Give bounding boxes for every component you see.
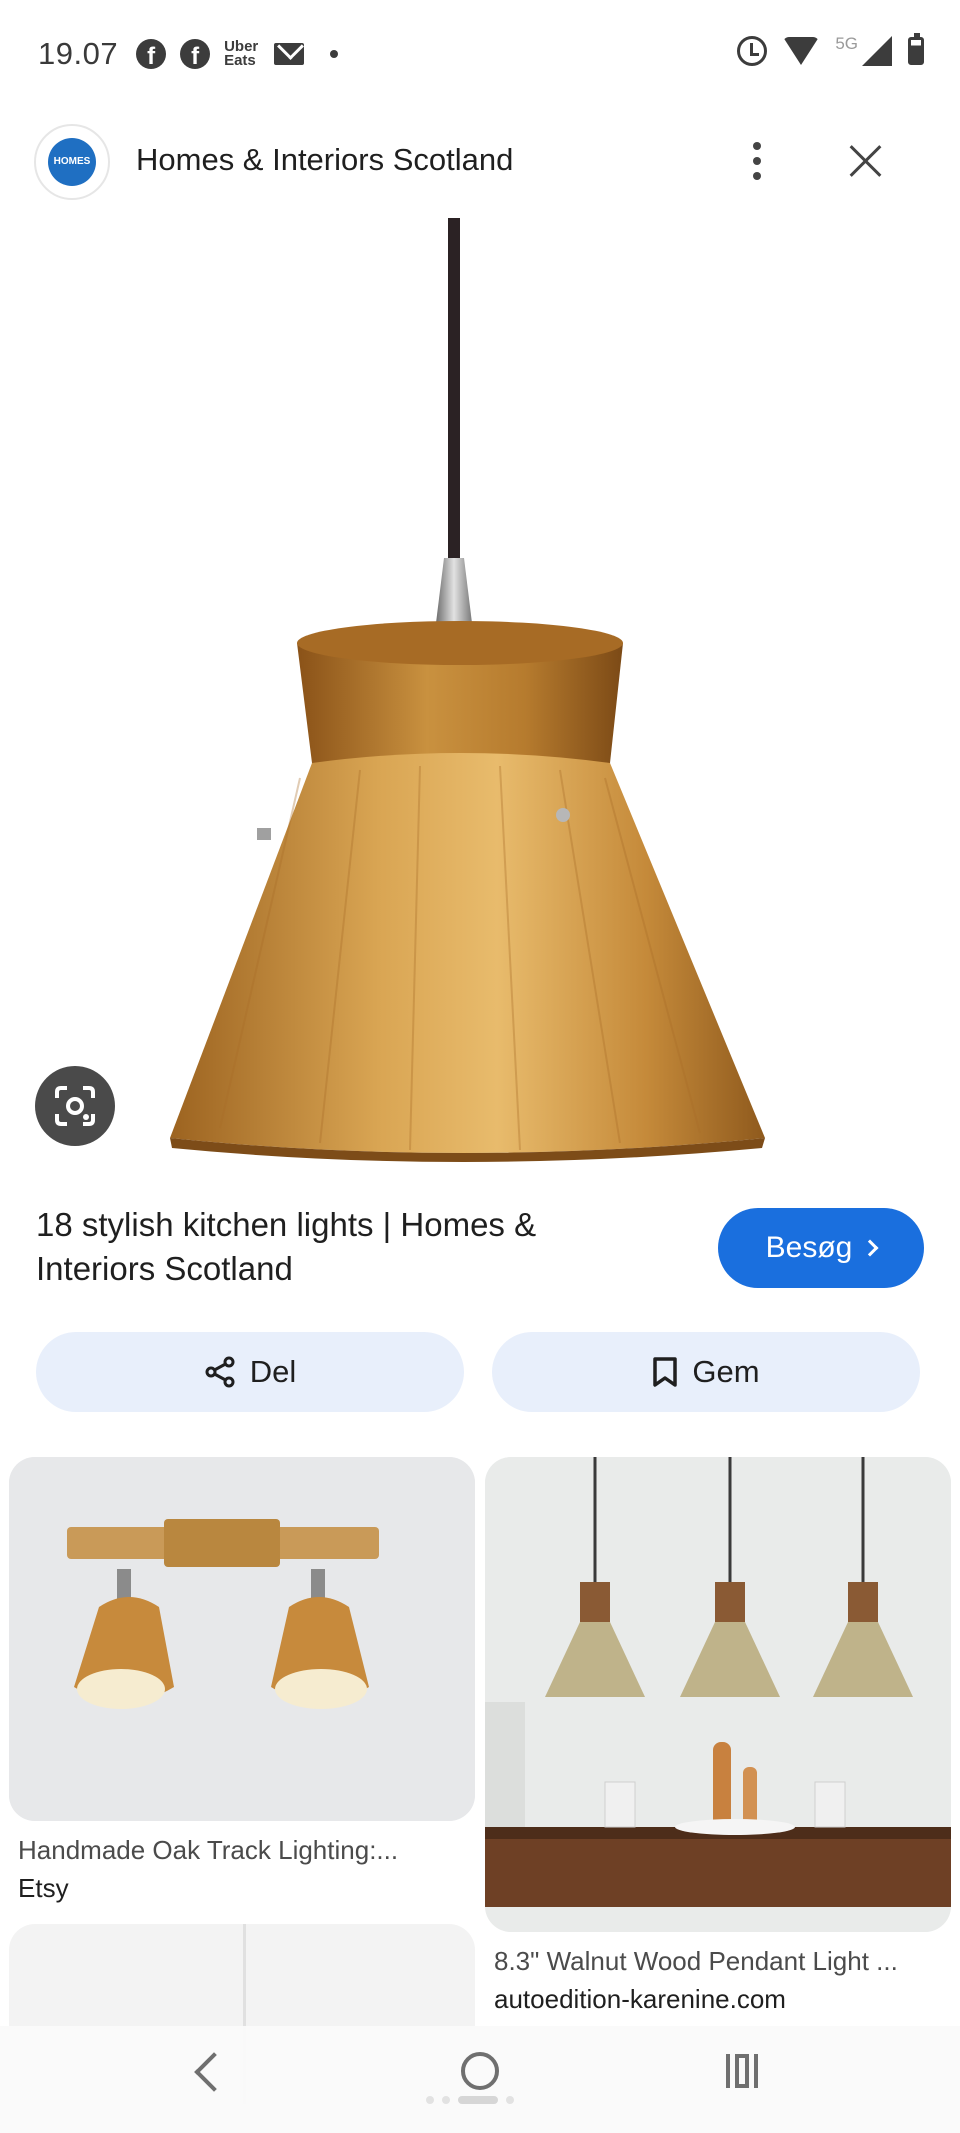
mail-icon <box>274 43 305 65</box>
recents-icon[interactable] <box>726 2054 766 2088</box>
related-image-track-lighting[interactable] <box>9 1457 475 1821</box>
share-icon <box>205 1356 235 1388</box>
site-name[interactable]: Homes & Interiors Scotland <box>136 142 513 178</box>
alarm-icon <box>737 36 768 66</box>
related-source: Etsy <box>18 1873 69 1903</box>
system-nav-bar <box>0 2026 960 2133</box>
notification-dot-icon <box>330 50 339 58</box>
save-button-label: Gem <box>692 1354 760 1389</box>
battery-icon <box>908 33 924 65</box>
visit-button-label: Besøg <box>765 1231 853 1264</box>
home-icon[interactable] <box>461 2052 499 2090</box>
more-vert-icon[interactable] <box>742 136 772 186</box>
site-logo[interactable]: HOMES <box>34 124 110 200</box>
pendant-trio-illustration <box>485 1457 951 1932</box>
status-bar: 19.07 f f Uber Eats 5G <box>0 0 960 110</box>
wifi-icon <box>783 37 820 65</box>
uber-eats-icon: Uber Eats <box>224 39 260 69</box>
status-time: 19.07 <box>38 36 119 71</box>
save-button[interactable]: Gem <box>492 1332 920 1412</box>
uber-eats-line2: Eats <box>224 52 256 69</box>
bookmark-icon <box>653 1357 678 1387</box>
page-indicator <box>426 2096 514 2104</box>
share-button-label: Del <box>249 1354 297 1389</box>
related-source: autoedition-karenine.com <box>494 1984 786 2014</box>
site-logo-text: HOMES <box>48 138 96 186</box>
source-header: HOMES Homes & Interiors Scotland <box>0 118 960 206</box>
related-title[interactable]: Handmade Oak Track Lighting:... <box>18 1835 468 1866</box>
back-icon[interactable] <box>194 2052 234 2092</box>
lens-button[interactable] <box>35 1066 115 1146</box>
signal-icon <box>862 36 892 66</box>
main-product-image[interactable] <box>0 218 960 1178</box>
pendant-lamp-illustration <box>170 218 765 1162</box>
lens-icon <box>55 1086 95 1126</box>
close-icon[interactable] <box>846 140 886 180</box>
visit-button[interactable]: Besøg <box>718 1208 924 1288</box>
chevron-right-icon <box>861 1239 879 1257</box>
related-image-walnut-pendant[interactable] <box>485 1457 951 1932</box>
network-type: 5G <box>835 34 858 53</box>
facebook-icon: f <box>136 39 167 69</box>
facebook-icon: f <box>180 39 211 69</box>
track-light-illustration <box>9 1457 475 1821</box>
result-title[interactable]: 18 stylish kitchen lights | Homes & Inte… <box>36 1203 656 1291</box>
related-title[interactable]: 8.3" Walnut Wood Pendant Light ... <box>494 1946 948 1977</box>
share-button[interactable]: Del <box>36 1332 464 1412</box>
